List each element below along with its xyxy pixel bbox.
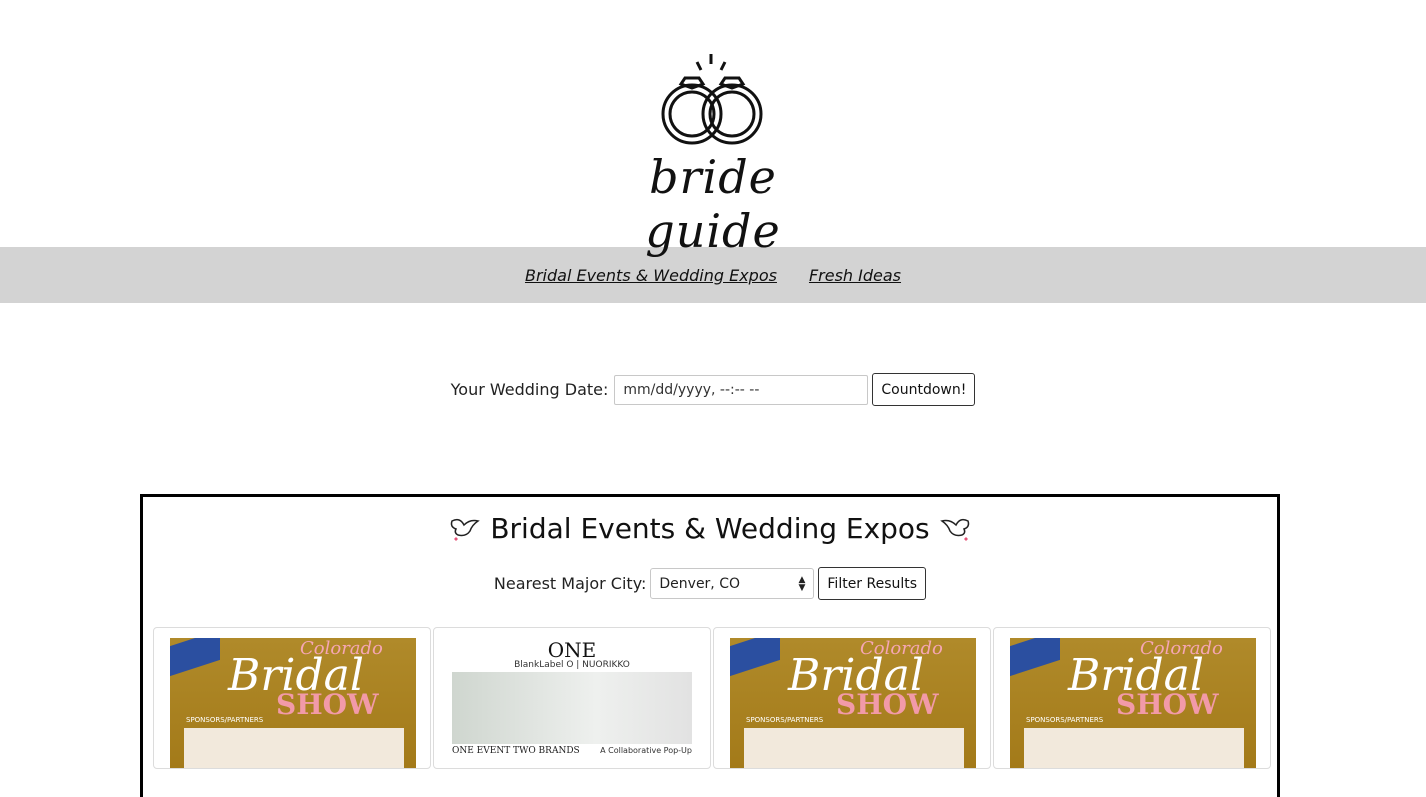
- events-heading: Bridal Events & Wedding Expos: [143, 511, 1277, 545]
- poster-text: SHOW: [1116, 688, 1219, 721]
- dove-icon: [451, 518, 481, 541]
- events-title: Bridal Events & Wedding Expos: [490, 511, 930, 545]
- select-arrows-icon: ▲ ▼: [798, 574, 806, 593]
- poster-text: SPONSORS/PARTNERS: [746, 716, 824, 724]
- poster-photo: [452, 672, 692, 744]
- poster-text: ONE EVENT TWO BRANDS: [452, 746, 580, 756]
- city-select[interactable]: Denver, CO ▲ ▼: [650, 568, 815, 599]
- poster-text: SPONSORS/PARTNERS: [1026, 716, 1104, 724]
- event-card[interactable]: ONE BlankLabel O | NUORIKKO ONE EVENT TW…: [433, 627, 711, 769]
- events-section: Bridal Events & Wedding Expos Nearest Ma…: [140, 494, 1280, 797]
- media-badge: [730, 638, 780, 677]
- poster-text: SHOW: [836, 688, 939, 721]
- sponsor-logos: [1024, 728, 1244, 768]
- wedding-date-input[interactable]: mm/dd/yyyy, --:-- --: [614, 374, 869, 405]
- filter-results-button[interactable]: Filter Results: [818, 567, 927, 600]
- wedding-rings-icon: [661, 54, 763, 145]
- wedding-countdown-form: Your Wedding Date: mm/dd/yyyy, --:-- -- …: [0, 373, 1426, 406]
- poster-text: SPONSORS/PARTNERS: [186, 716, 264, 724]
- event-cards: Colorado Bridal SHOW SPONSORS/PARTNERS O…: [153, 627, 1271, 769]
- nav-link-bridal-events[interactable]: Bridal Events & Wedding Expos: [525, 266, 777, 285]
- event-poster-image[interactable]: Colorado Bridal SHOW SPONSORS/PARTNERS: [170, 638, 416, 768]
- wedding-date-label: Your Wedding Date:: [450, 380, 609, 399]
- city-filter-form: Nearest Major City: Denver, CO ▲ ▼ Filter…: [143, 567, 1277, 600]
- nav-link-fresh-ideas[interactable]: Fresh Ideas: [809, 266, 901, 285]
- event-card[interactable]: Colorado Bridal SHOW SPONSORS/PARTNERS: [153, 627, 431, 769]
- event-poster-image[interactable]: ONE BlankLabel O | NUORIKKO ONE EVENT TW…: [452, 638, 692, 768]
- event-poster-image[interactable]: Colorado Bridal SHOW SPONSORS/PARTNERS: [730, 638, 976, 768]
- site-logo[interactable]: bride guide: [575, 40, 851, 258]
- poster-text: A Collaborative Pop-Up: [600, 746, 692, 755]
- dove-icon: [939, 518, 969, 541]
- media-badge: [1010, 638, 1060, 677]
- poster-text: BlankLabel O | NUORIKKO: [514, 660, 630, 670]
- city-select-value: Denver, CO: [659, 575, 741, 592]
- site-header: bride guide: [0, 0, 1426, 258]
- city-label: Nearest Major City:: [493, 574, 647, 593]
- logo-text: bride guide: [645, 150, 781, 258]
- event-card[interactable]: Colorado Bridal SHOW SPONSORS/PARTNERS: [993, 627, 1271, 769]
- sponsor-logos: [744, 728, 964, 768]
- media-badge: [170, 638, 220, 677]
- sponsor-logos: [184, 728, 404, 768]
- countdown-button[interactable]: Countdown!: [872, 373, 976, 406]
- poster-text: SHOW: [276, 688, 379, 721]
- event-card[interactable]: Colorado Bridal SHOW SPONSORS/PARTNERS: [713, 627, 991, 769]
- poster-text: ONE: [547, 638, 597, 662]
- event-poster-image[interactable]: Colorado Bridal SHOW SPONSORS/PARTNERS: [1010, 638, 1256, 768]
